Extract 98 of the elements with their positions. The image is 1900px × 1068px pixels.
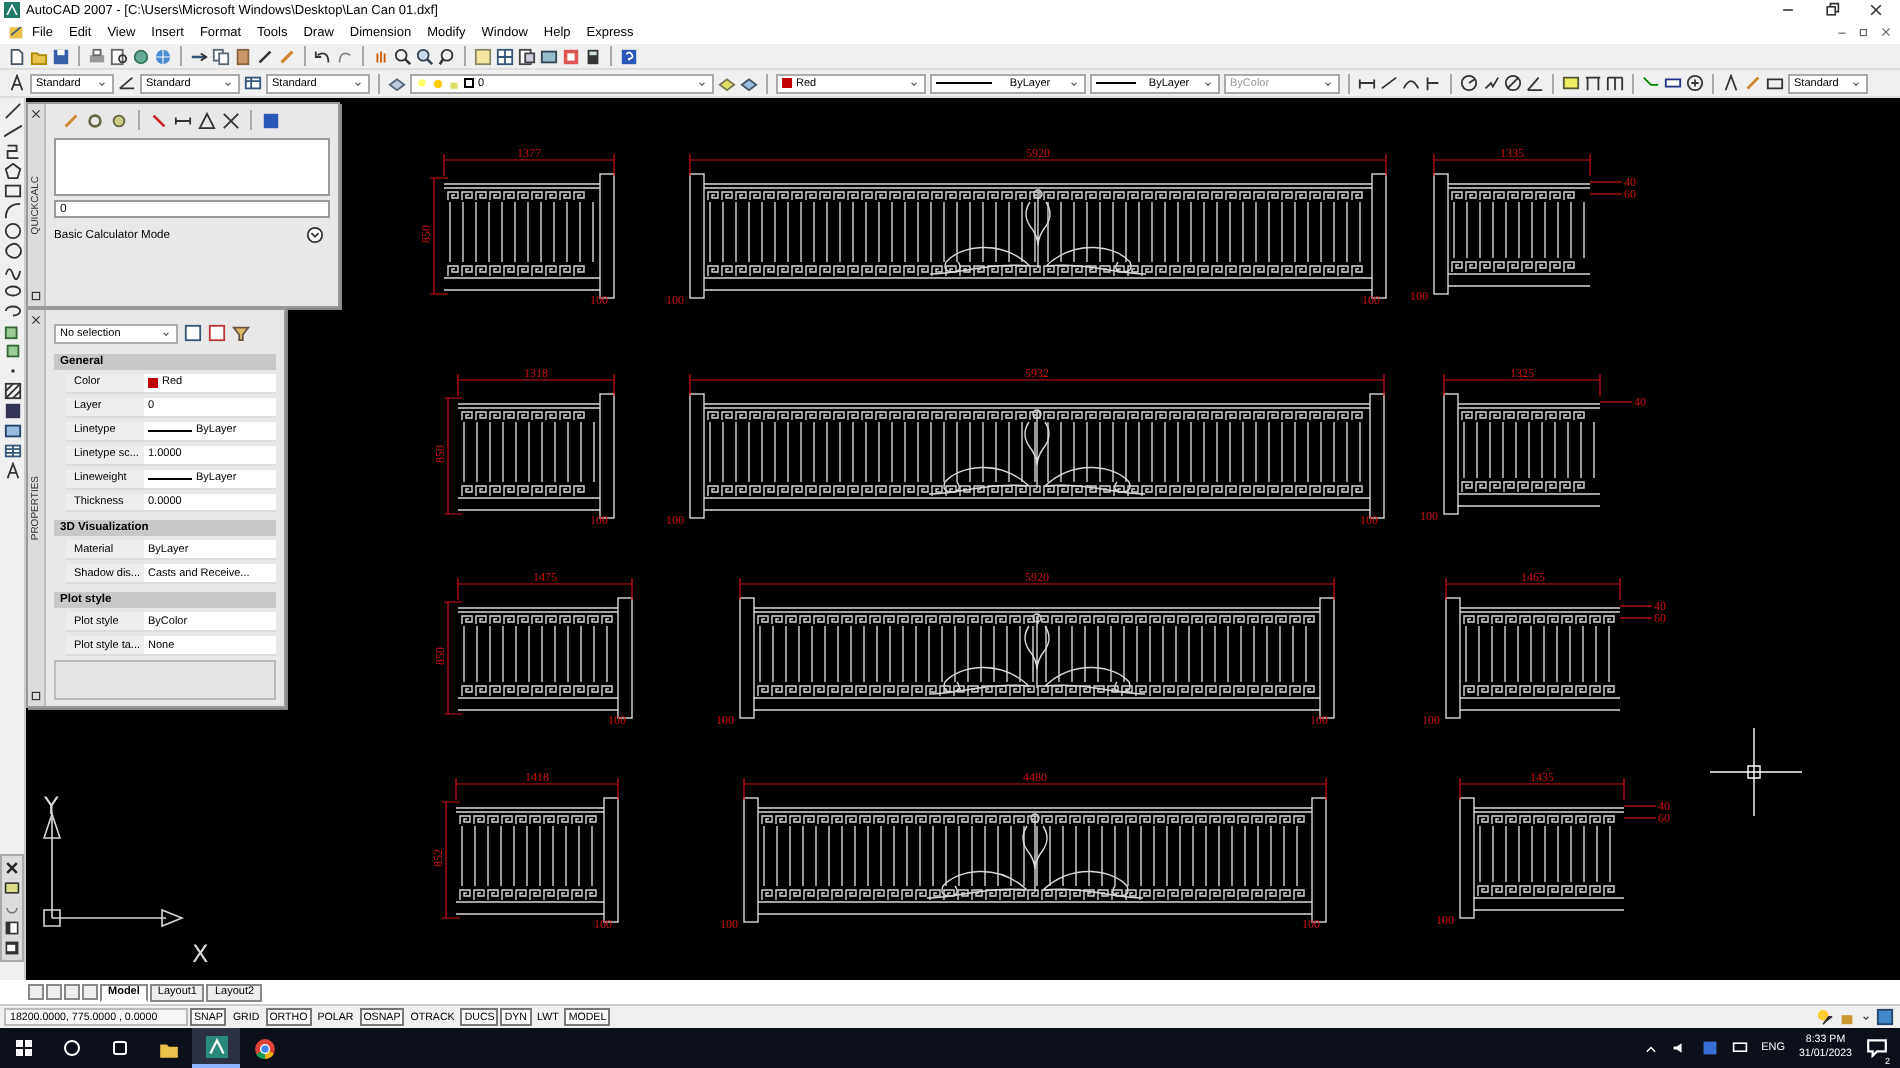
close-icon[interactable]	[30, 108, 42, 120]
close-icon[interactable]	[1880, 26, 1892, 38]
palette-icon[interactable]	[518, 47, 536, 65]
dropdown-caret-icon[interactable]	[96, 77, 108, 89]
chevron-up-icon[interactable]	[1643, 1041, 1658, 1055]
angular-icon[interactable]	[1526, 74, 1544, 92]
linear-dimension-icon[interactable]	[1358, 74, 1376, 92]
table-style-icon[interactable]	[244, 74, 262, 92]
next-tab-button[interactable]	[64, 984, 80, 1000]
dropdown-caret-icon[interactable]	[696, 77, 708, 89]
previous-tab-button[interactable]	[46, 984, 62, 1000]
ordinate-icon[interactable]	[1424, 74, 1442, 92]
ucs-icon	[43, 811, 185, 927]
close-icon[interactable]	[1868, 2, 1884, 18]
color-swatch	[782, 78, 792, 88]
cut-icon[interactable]	[190, 47, 208, 65]
angle-icon[interactable]	[198, 111, 216, 129]
table-icon[interactable]	[3, 442, 21, 460]
design-center-icon[interactable]	[496, 47, 514, 65]
rectangle-icon[interactable]	[3, 182, 21, 200]
dropdown-caret-icon[interactable]	[1068, 77, 1080, 89]
dimension-line	[1623, 805, 1657, 807]
print-icon[interactable]	[88, 47, 106, 65]
dimension-style-icon[interactable]	[118, 74, 136, 92]
help-icon[interactable]	[262, 111, 280, 129]
calculator-icon[interactable]	[584, 47, 602, 65]
text-style-icon[interactable]	[8, 74, 26, 92]
zoom-window-icon[interactable]	[416, 47, 434, 65]
zoom-icon[interactable]	[394, 47, 412, 65]
axis-label: X	[192, 940, 209, 968]
construction-line-icon[interactable]	[3, 122, 21, 140]
diameter-icon[interactable]	[1504, 74, 1522, 92]
help-icon[interactable]	[620, 47, 638, 65]
center-mark-icon[interactable]	[1686, 74, 1704, 92]
zoom-previous-icon[interactable]	[438, 47, 456, 65]
dropdown-caret-icon[interactable]	[222, 77, 234, 89]
hatch-icon[interactable]	[3, 382, 21, 400]
quick-select-icon[interactable]	[232, 324, 250, 343]
jogged-icon[interactable]	[1482, 74, 1500, 92]
copy-icon[interactable]	[212, 47, 230, 65]
close-icon[interactable]	[4, 860, 20, 876]
dropdown-caret-icon[interactable]	[1202, 77, 1214, 89]
dimension-line	[1619, 605, 1653, 607]
dimension-edit-icon[interactable]	[1722, 74, 1740, 92]
multiline-text-icon[interactable]	[3, 462, 21, 480]
search-icon[interactable]	[62, 1038, 82, 1058]
dimension-line	[1589, 181, 1623, 183]
toggle-pickadd-icon[interactable]	[184, 324, 202, 343]
polyline-icon[interactable]	[3, 142, 21, 160]
radius-icon[interactable]	[1460, 74, 1478, 92]
chrome-icon[interactable]	[253, 1037, 275, 1059]
last-tab-button[interactable]	[82, 984, 98, 1000]
crosshair-cursor	[1709, 727, 1803, 817]
arc-length-icon[interactable]	[1402, 74, 1420, 92]
clear-icon[interactable]	[150, 111, 168, 129]
dimension-line	[1589, 193, 1623, 195]
restore-icon[interactable]	[1824, 2, 1840, 18]
speaker-icon[interactable]	[1671, 1040, 1688, 1056]
dimension-line	[1623, 817, 1657, 819]
close-icon[interactable]	[30, 314, 42, 326]
dropdown-caret-icon[interactable]	[352, 77, 364, 89]
axis-label: Y	[44, 792, 59, 820]
continue-icon[interactable]	[1606, 74, 1624, 92]
autocad-app-icon[interactable]	[205, 1035, 227, 1057]
task-view-icon[interactable]	[110, 1038, 130, 1058]
arc-icon[interactable]	[3, 202, 21, 220]
intersection-icon[interactable]	[222, 111, 240, 129]
select-objects-icon[interactable]	[208, 324, 226, 343]
notification-icon[interactable]	[1866, 1035, 1888, 1057]
ellipse-icon[interactable]	[3, 282, 21, 300]
polygon-icon[interactable]	[3, 162, 21, 180]
ellipse-arc-icon[interactable]	[3, 302, 21, 320]
dropdown-caret-icon[interactable]	[1322, 77, 1334, 89]
dimension-line	[1619, 617, 1653, 619]
layer-color-swatch	[464, 78, 474, 88]
globe-icon[interactable]	[154, 47, 172, 65]
revision-cloud-icon[interactable]	[3, 242, 21, 260]
expand-chevron-icon[interactable]	[306, 226, 324, 244]
baseline-icon[interactable]	[1584, 74, 1602, 92]
first-tab-button[interactable]	[28, 984, 44, 1000]
dropdown-caret-icon[interactable]	[1850, 77, 1862, 89]
windows-start-icon[interactable]	[14, 1038, 34, 1058]
spline-icon[interactable]	[3, 262, 21, 280]
aligned-dimension-icon[interactable]	[1380, 74, 1398, 92]
undo-icon[interactable]	[314, 47, 332, 65]
leader-icon[interactable]	[1642, 74, 1660, 92]
dropdown-caret-icon[interactable]	[1860, 1011, 1872, 1023]
circle-icon[interactable]	[3, 222, 21, 240]
network-icon[interactable]	[1731, 1040, 1748, 1056]
line-icon[interactable]	[3, 102, 21, 120]
dimension-line	[1599, 401, 1633, 403]
dropdown-caret-icon[interactable]	[908, 77, 920, 89]
dropdown-caret-icon[interactable]	[160, 327, 172, 340]
restore-icon[interactable]	[1858, 26, 1870, 38]
preview-icon[interactable]	[110, 47, 128, 65]
distance-icon[interactable]	[174, 111, 192, 129]
drawing-file-icon[interactable]	[8, 24, 24, 40]
save-icon[interactable]	[52, 47, 70, 65]
